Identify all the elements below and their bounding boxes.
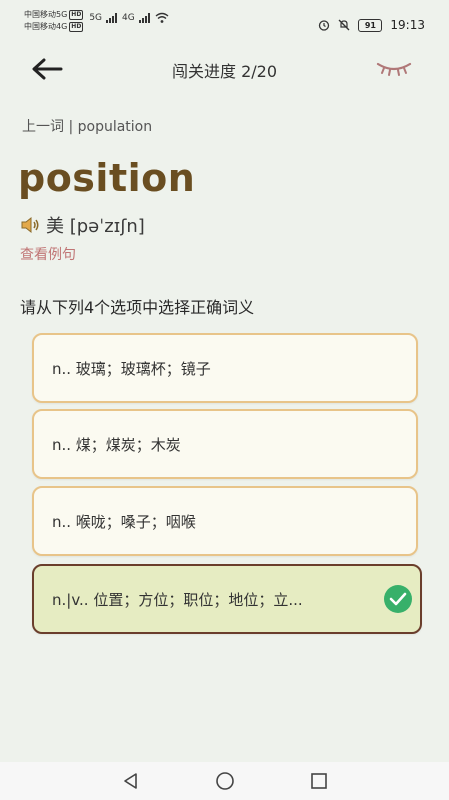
nav-back-icon xyxy=(123,773,137,789)
answer-option-3[interactable]: n.. 喉咙；嗓子；咽喉 xyxy=(32,486,418,556)
answer-option-text: n.. 煤；煤炭；木炭 xyxy=(52,435,181,454)
previous-word[interactable]: 上一词 | population xyxy=(22,116,152,136)
speaker-icon[interactable] xyxy=(20,216,40,234)
carrier-2-label: 中国移动4G xyxy=(24,22,68,31)
nav-recents-icon xyxy=(310,773,327,789)
wifi-icon xyxy=(155,12,169,23)
clock: 19:13 xyxy=(390,18,425,32)
quiz-instruction: 请从下列4个选项中选择正确词义 xyxy=(20,298,255,317)
answer-option-text: n.|v.. 位置；方位；职位；地位；立... xyxy=(52,590,303,609)
carrier-1-label: 中国移动5G xyxy=(24,10,68,19)
signal-4g-label: 4G xyxy=(122,12,135,23)
carrier-info: 中国移动5G HD 中国移动4G HD 5G 4G xyxy=(24,10,169,40)
hide-meaning-button[interactable] xyxy=(375,56,413,80)
nav-back-button[interactable] xyxy=(120,770,142,792)
eye-closed-icon xyxy=(376,62,412,76)
alarm-icon xyxy=(319,20,330,31)
signal-icon-2 xyxy=(138,12,150,23)
nav-home-icon xyxy=(215,772,234,790)
nav-home-button[interactable] xyxy=(214,770,236,792)
view-examples-link[interactable]: 查看例句 xyxy=(20,244,76,264)
answer-option-4-correct[interactable]: n.|v.. 位置；方位；职位；地位；立... xyxy=(32,564,422,634)
phonetic-text: 美 [pəˈzɪʃn] xyxy=(46,216,145,237)
signal-5g-label: 5G xyxy=(89,12,103,23)
hd-badge-1: HD xyxy=(69,10,84,20)
status-bar: 中国移动5G HD 中国移动4G HD 5G 4G 91 19:13 xyxy=(0,0,449,40)
phonetic-row[interactable]: 美 [pəˈzɪʃn] xyxy=(20,212,145,238)
signal-icon xyxy=(106,12,118,23)
header: 闯关进度 2/20 xyxy=(0,52,449,86)
mute-icon xyxy=(338,19,350,31)
answer-option-1[interactable]: n.. 玻璃；玻璃杯；镜子 xyxy=(32,333,418,403)
answer-option-text: n.. 玻璃；玻璃杯；镜子 xyxy=(52,359,211,378)
answer-option-2[interactable]: n.. 煤；煤炭；木炭 xyxy=(32,409,418,479)
check-circle-icon xyxy=(384,585,412,613)
hd-badge-2: HD xyxy=(69,22,84,32)
battery-indicator: 91 xyxy=(358,18,383,32)
answer-option-text: n.. 喉咙；嗓子；咽喉 xyxy=(52,512,196,531)
system-nav-bar xyxy=(0,762,449,800)
vocabulary-word: position xyxy=(18,156,196,200)
nav-recents-button[interactable] xyxy=(308,770,330,792)
